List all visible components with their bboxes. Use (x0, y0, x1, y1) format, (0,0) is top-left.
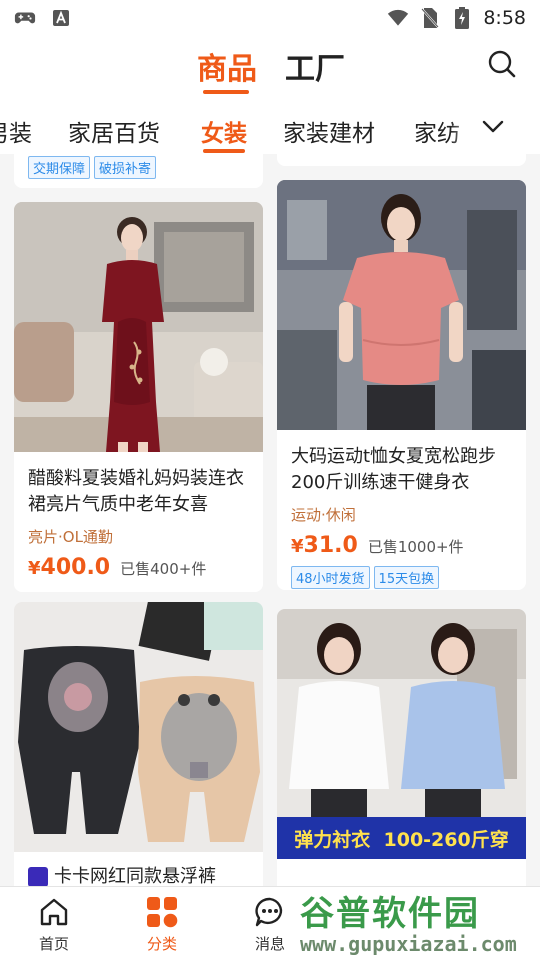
top-header: 商品 工厂 (0, 36, 540, 94)
status-time: 8:58 (483, 7, 526, 29)
nav-category[interactable]: 分类 (122, 895, 202, 954)
category-tab-womenswear[interactable]: 女装 (201, 114, 247, 148)
product-card-partial[interactable] (277, 154, 526, 166)
badge: 15天包换 (373, 566, 440, 589)
product-card[interactable]: 醋酸料夏装婚礼妈妈装连衣裙亮片气质中老年女喜 亮片·OL通勤 ¥ 400.0 已… (14, 202, 263, 592)
product-image (277, 180, 526, 430)
tab-products[interactable]: 商品 (197, 44, 257, 88)
nav-messages[interactable]: 消息 (230, 895, 310, 954)
product-title: 醋酸料夏装婚礼妈妈装连衣裙亮片气质中老年女喜 (28, 468, 244, 515)
product-card[interactable]: 大码运动t恤女夏宽松跑步200斤训练速干健身衣 运动·休闲 ¥ 31.0 已售1… (277, 180, 526, 590)
badge-row: 48小时发货 15天包换 (277, 566, 526, 589)
product-title: 大码运动t恤女夏宽松跑步200斤训练速干健身衣 (291, 446, 497, 493)
image-banner-text: 弹力衬衣 100-260斤穿 (294, 828, 509, 851)
product-image: 弹力衬衣 100-260斤穿 (277, 609, 526, 859)
badge: 48小时发货 (291, 566, 370, 589)
category-indicator (203, 149, 245, 153)
nav-home[interactable]: 首页 (14, 895, 94, 954)
product-card[interactable]: 卡卡网红同款悬浮裤 (14, 602, 263, 886)
price-symbol: ¥ (291, 536, 304, 557)
message-icon (255, 897, 283, 927)
a-letter-icon (50, 7, 72, 29)
nav-messages-label: 消息 (254, 935, 285, 953)
nav-home-label: 首页 (38, 935, 69, 953)
category-grid-icon (147, 897, 178, 928)
product-feed: 交期保障 破损补寄 醋酸料夏装婚礼妈妈装连衣裙亮片气质中老年女喜 亮片·OL通勤… (0, 154, 540, 886)
price-symbol: ¥ (28, 558, 41, 579)
category-tab-household[interactable]: 家居百货 (68, 114, 160, 148)
price-row: ¥ 400.0 已售400+件 (14, 555, 263, 580)
price-row: ¥ 31.0 已售1000+件 (277, 533, 526, 558)
product-tag: 运动·休闲 (291, 506, 356, 524)
badge: 破损补寄 (94, 156, 157, 179)
category-tab-building-materials[interactable]: 家装建材 (283, 114, 375, 148)
badge: 交期保障 (28, 156, 91, 179)
no-sim-icon (419, 7, 441, 29)
battery-charging-icon (451, 7, 473, 29)
wifi-icon (387, 7, 409, 29)
price-value: 31.0 (303, 533, 358, 558)
category-expand-button[interactable] (478, 112, 508, 142)
chevron-down-icon (482, 120, 504, 133)
search-button[interactable] (484, 46, 520, 82)
tab-factory[interactable]: 工厂 (285, 44, 345, 88)
watermark-title: 谷普软件园 (300, 894, 480, 934)
nav-category-label: 分类 (146, 935, 177, 953)
product-card-partial[interactable]: 交期保障 破损补寄 (14, 154, 263, 188)
search-icon (488, 50, 516, 78)
category-tab-menswear[interactable]: 男装 (0, 114, 32, 148)
product-tag: 亮片·OL通勤 (28, 528, 113, 546)
product-image (14, 202, 263, 452)
sold-count: 已售1000+件 (367, 538, 464, 556)
watermark-url: www.gupuxiazai.com (300, 932, 517, 956)
sold-count: 已售400+件 (120, 560, 207, 578)
product-title: 卡卡网红同款悬浮裤 (54, 866, 216, 886)
image-banner: 弹力衬衣 100-260斤穿 (277, 817, 526, 859)
gamepad-icon (14, 7, 36, 29)
product-card[interactable]: 弹力衬衣 100-260斤穿 (277, 609, 526, 886)
brand-logo-icon (28, 867, 48, 886)
home-icon (40, 898, 68, 926)
category-tab-bar: 男装 家居百货 女装 家装建材 家纺 (0, 94, 540, 154)
price-value: 400.0 (40, 555, 111, 580)
watermark: 谷普软件园 www.gupuxiazai.com (300, 884, 540, 960)
product-image (14, 602, 263, 852)
status-bar: 8:58 (0, 0, 540, 36)
